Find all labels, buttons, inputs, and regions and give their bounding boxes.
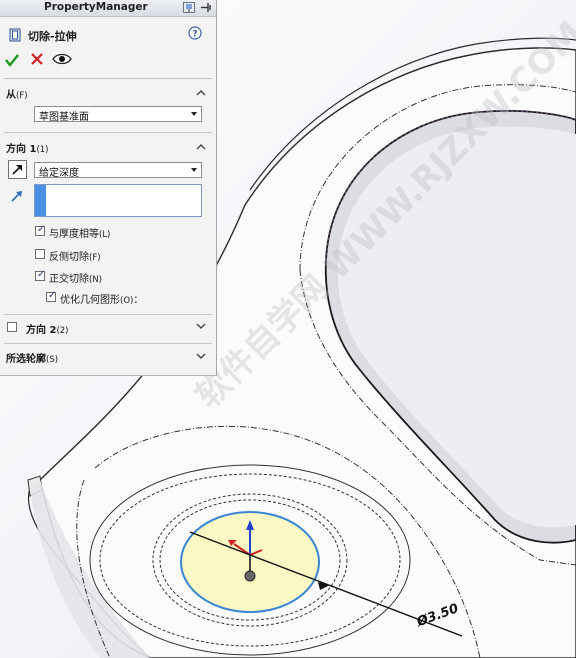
chevron-up-icon[interactable]	[196, 143, 206, 150]
feature-header: 切除-拉伸 ?	[0, 22, 216, 46]
section-selected-contours-hotkey: (S)	[46, 355, 59, 365]
chevron-down-icon[interactable]	[196, 323, 206, 330]
section-selected-contours-label: 所选轮廓	[6, 354, 46, 365]
from-select[interactable]: 草图基准面	[34, 106, 202, 123]
panel-titlebar: PropertyManager	[0, 0, 216, 17]
divider	[4, 343, 212, 344]
divider	[4, 78, 212, 79]
section-direction1-title[interactable]: 方向 1(1)	[6, 140, 49, 155]
check-mark-icon: ✓	[48, 290, 57, 301]
option-hotkey: (F)	[89, 253, 101, 263]
chevron-up-icon[interactable]	[196, 89, 206, 96]
dock-pin-icon[interactable]	[200, 2, 212, 13]
property-manager-panel: PropertyManager 切除-拉伸 ? 从(F) 草图基准面 方向 1(…	[0, 0, 217, 376]
option-label: 正交切除	[49, 274, 89, 285]
end-condition-value: 给定深度	[39, 168, 79, 179]
option-label: 与厚度相等	[49, 229, 99, 240]
svg-text:?: ?	[192, 30, 197, 40]
help-icon[interactable]: ?	[188, 26, 202, 40]
depth-arrow-icon	[11, 191, 22, 202]
dropdown-arrow-icon	[191, 168, 197, 172]
checkbox-label: 反侧切除(F)	[49, 248, 101, 263]
option-hotkey: (N)	[89, 275, 102, 285]
dropdown-arrow-icon	[191, 112, 197, 116]
checkbox-box: ✓	[35, 224, 46, 236]
preview-eye-button[interactable]	[52, 52, 72, 66]
reverse-direction-button[interactable]	[8, 160, 27, 179]
option-suffix: ：	[133, 295, 144, 306]
from-select-value: 草图基准面	[39, 112, 89, 123]
section-from-label: 从	[6, 90, 16, 101]
feature-name: 切除-拉伸	[28, 30, 77, 43]
section-direction2-hotkey: (2)	[56, 326, 69, 336]
option-label: 优化几何图形	[60, 295, 120, 306]
cancel-button[interactable]	[30, 52, 44, 66]
checkbox-label: 与厚度相等(L)	[49, 225, 110, 240]
divider	[4, 314, 212, 315]
svg-text:软件自学网 WWW.RJZXW.COM: 软件自学网 WWW.RJZXW.COM	[188, 14, 576, 417]
divider	[4, 132, 212, 133]
checkbox-box: ✓	[35, 269, 46, 281]
checkbox-box	[35, 249, 45, 259]
section-from-hotkey: (F)	[16, 91, 28, 101]
section-direction1-hotkey: (1)	[36, 145, 49, 155]
checkbox-label: 正交切除(N)	[49, 270, 102, 285]
section-selected-contours-title[interactable]: 所选轮廓(S)	[6, 350, 58, 365]
cut-extrude-icon	[9, 28, 21, 42]
reverse-direction-icon	[12, 165, 22, 175]
section-from-title[interactable]: 从(F)	[6, 86, 28, 101]
ok-button[interactable]	[4, 52, 20, 68]
chevron-down-icon[interactable]	[196, 353, 206, 360]
depth-input-focus-bar	[35, 185, 46, 216]
section-direction1-label: 方向 1	[6, 144, 37, 155]
section-direction2-title[interactable]: 方向 2(2)	[26, 321, 69, 336]
option-hotkey: (L)	[99, 230, 111, 240]
panel-title: PropertyManager	[44, 1, 148, 13]
end-condition-select[interactable]: 给定深度	[34, 162, 202, 179]
section-direction2-label: 方向 2	[26, 325, 57, 336]
checkbox-box: ✓	[46, 290, 57, 302]
option-hotkey: (O)	[120, 296, 134, 306]
pushpin-icon[interactable]	[183, 2, 195, 13]
check-mark-icon: ✓	[37, 269, 46, 280]
checkbox-box	[7, 322, 17, 332]
depth-input[interactable]	[34, 184, 202, 217]
check-mark-icon: ✓	[37, 224, 46, 235]
option-label: 反侧切除	[49, 252, 89, 263]
checkbox-label: 优化几何图形(O)：	[60, 291, 143, 306]
